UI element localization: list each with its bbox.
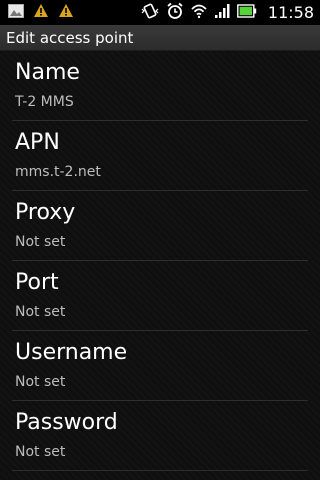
status-left-icons [8,4,74,21]
wifi-icon [191,3,207,23]
status-right-icons: 11:58 [141,2,314,24]
battery-icon [236,3,257,22]
title-bar: Edit access point [0,25,320,51]
status-bar: 11:58 [0,0,320,25]
alarm-icon [166,2,184,24]
setting-value: Not set [15,374,66,390]
setting-value: Not set [15,234,66,250]
page-title: Edit access point [6,29,134,47]
setting-proxy[interactable]: Proxy Not set [0,191,320,261]
setting-port[interactable]: Port Not set [0,261,320,331]
setting-label: APN [15,130,60,155]
setting-value: Not set [15,444,66,460]
setting-password[interactable]: Password Not set [0,401,320,471]
setting-username[interactable]: Username Not set [0,331,320,401]
setting-label: Proxy [15,200,76,225]
setting-apn[interactable]: APN mms.t-2.net [0,121,320,191]
apn-settings-list: Name T-2 MMS APN mms.t-2.net Proxy Not s… [0,51,320,480]
vibrate-icon [141,2,159,24]
setting-value: mms.t-2.net [15,164,101,180]
divider [12,470,308,471]
warning-icon [58,3,74,22]
setting-label: Username [15,340,128,365]
setting-value: Not set [15,304,66,320]
setting-name[interactable]: Name T-2 MMS [0,51,320,121]
warning-icon [33,3,49,22]
clock-time: 11:58 [267,3,314,22]
setting-label: Name [15,60,80,85]
gallery-icon [8,3,24,22]
setting-value: T-2 MMS [15,94,74,110]
signal-icon [214,3,230,23]
setting-label: Port [15,270,59,295]
setting-label: Password [15,410,118,435]
